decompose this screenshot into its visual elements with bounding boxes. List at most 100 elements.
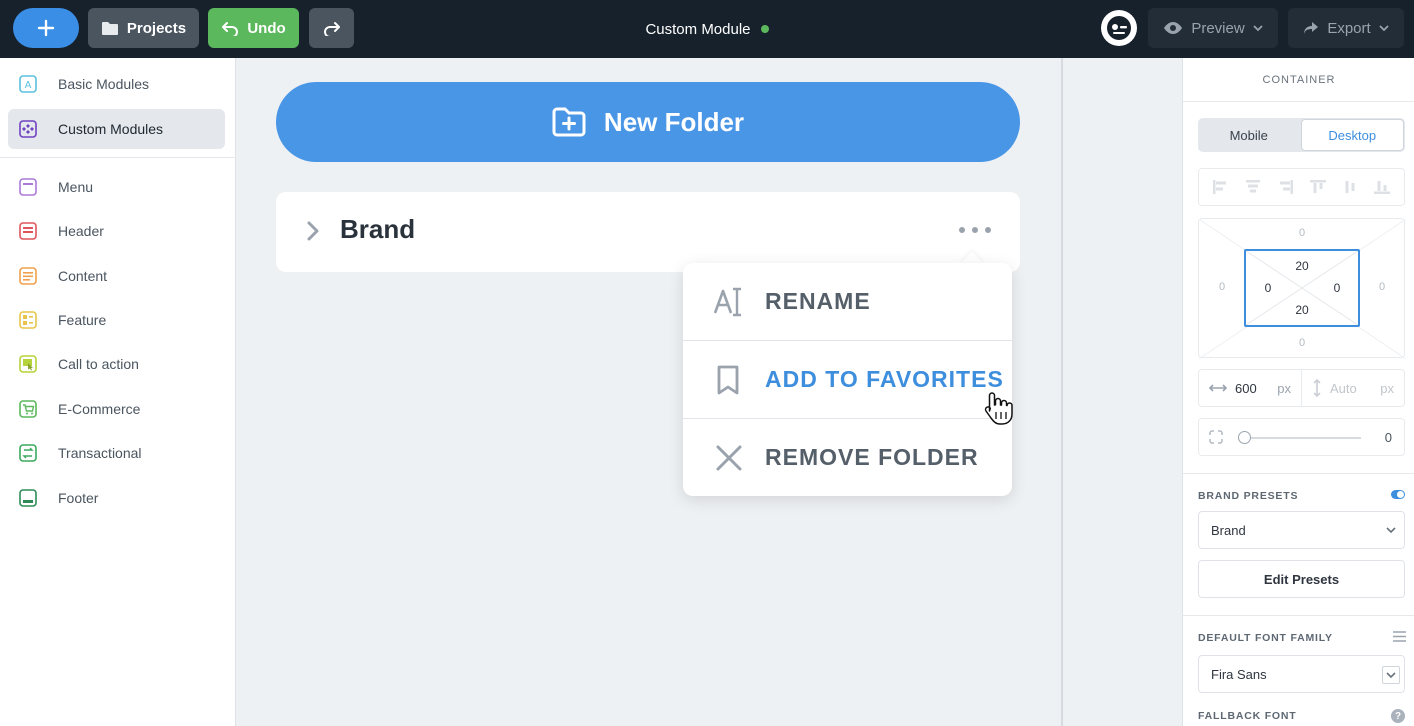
sidebar-item-transactional[interactable]: Transactional bbox=[8, 433, 225, 473]
eye-icon bbox=[1164, 22, 1183, 34]
top-bar: Projects Undo Custom Module Preview Expo… bbox=[0, 0, 1414, 58]
alignment-toolbar bbox=[1198, 168, 1405, 206]
sidebar-item-call-to-action[interactable]: Call to action bbox=[8, 344, 225, 384]
brand-presets-toggle[interactable] bbox=[1391, 490, 1405, 499]
rename-menu-item[interactable]: RENAME bbox=[683, 263, 1012, 340]
margin-bottom-value[interactable]: 0 bbox=[1287, 337, 1317, 349]
radius-slider-track[interactable] bbox=[1245, 437, 1361, 439]
chevron-down-icon bbox=[1386, 672, 1396, 679]
share-arrow-icon bbox=[1304, 22, 1319, 34]
spacing-box-model: 0 0 0 0 20 0 20 0 bbox=[1198, 218, 1406, 359]
padding-right-value[interactable]: 0 bbox=[1322, 281, 1352, 295]
preview-label: Preview bbox=[1191, 19, 1245, 37]
height-field[interactable]: Auto px bbox=[1302, 370, 1404, 406]
chevron-down-icon bbox=[1253, 25, 1263, 32]
folder-plus-icon bbox=[552, 107, 586, 137]
header-block-icon bbox=[18, 221, 38, 241]
folder-icon bbox=[101, 22, 118, 35]
remove-folder-menu-item[interactable]: REMOVE FOLDER bbox=[683, 419, 1012, 496]
projects-button[interactable]: Projects bbox=[88, 8, 199, 48]
user-face-icon bbox=[1107, 16, 1131, 40]
sidebar-item-label: Custom Modules bbox=[58, 121, 164, 137]
menu-block-icon bbox=[18, 177, 38, 197]
undo-button[interactable]: Undo bbox=[208, 8, 299, 48]
width-arrows-icon bbox=[1209, 384, 1227, 392]
sidebar-item-label: E-Commerce bbox=[58, 401, 141, 417]
padding-bottom-value[interactable]: 20 bbox=[1287, 303, 1317, 317]
sidebar-item-menu[interactable]: Menu bbox=[8, 167, 225, 207]
add-to-favorites-menu-item[interactable]: ADD TO FAVORITES bbox=[683, 341, 1012, 418]
list-icon[interactable] bbox=[1393, 631, 1406, 642]
canvas-gutter bbox=[1061, 58, 1182, 726]
sidebar-item-label: Footer bbox=[58, 490, 99, 506]
width-field[interactable]: 600 px bbox=[1199, 370, 1302, 406]
align-left-icon[interactable] bbox=[1213, 180, 1229, 194]
sidebar-item-footer[interactable]: Footer bbox=[8, 478, 225, 518]
brand-preset-select[interactable]: Brand bbox=[1198, 511, 1405, 549]
export-button[interactable]: Export bbox=[1288, 8, 1404, 48]
bookmark-icon bbox=[717, 365, 739, 394]
align-center-icon[interactable] bbox=[1245, 180, 1261, 194]
sidebar-item-custom-modules[interactable]: Custom Modules bbox=[8, 109, 225, 149]
hand-cursor-icon bbox=[984, 392, 1013, 425]
redo-button[interactable] bbox=[309, 8, 354, 48]
feature-block-icon bbox=[18, 310, 38, 330]
projects-label: Projects bbox=[126, 19, 187, 37]
new-folder-label: New Folder bbox=[603, 106, 745, 137]
folder-row[interactable]: Brand bbox=[276, 192, 1020, 272]
content-block-icon bbox=[18, 266, 38, 286]
avatar[interactable] bbox=[1101, 10, 1137, 46]
align-top-icon[interactable] bbox=[1309, 180, 1326, 194]
dimensions-row: 600 px Auto px bbox=[1198, 369, 1405, 407]
chevron-right-icon[interactable] bbox=[306, 220, 320, 242]
font-family-select[interactable]: Fira Sans bbox=[1198, 655, 1405, 693]
edit-presets-button[interactable]: Edit Presets bbox=[1198, 560, 1405, 598]
sidebar-item-basic-modules[interactable]: A Basic Modules bbox=[8, 64, 225, 104]
sidebar-item-label: Header bbox=[58, 223, 104, 239]
panel-title: CONTAINER bbox=[1262, 74, 1336, 86]
chevron-down-icon bbox=[1386, 527, 1396, 534]
help-icon[interactable]: ? bbox=[1391, 709, 1405, 723]
fallback-font-label: FALLBACK FONT bbox=[1198, 710, 1297, 722]
close-icon bbox=[716, 445, 742, 470]
panel-divider bbox=[1183, 473, 1414, 474]
padding-left-value[interactable]: 0 bbox=[1253, 281, 1283, 295]
module-sidebar: A Basic Modules Custom Modules Menu Head… bbox=[0, 58, 236, 726]
radius-slider-handle[interactable] bbox=[1238, 431, 1251, 444]
padding-top-value[interactable]: 20 bbox=[1287, 259, 1317, 273]
custom-module-icon bbox=[18, 119, 38, 139]
undo-icon bbox=[222, 22, 239, 36]
sidebar-item-label: Content bbox=[58, 268, 108, 284]
tab-desktop[interactable]: Desktop bbox=[1300, 119, 1404, 151]
add-button[interactable] bbox=[13, 8, 79, 48]
radius-value[interactable]: 0 bbox=[1385, 430, 1392, 445]
sidebar-item-label: Call to action bbox=[58, 356, 139, 372]
undo-label: Undo bbox=[247, 19, 286, 37]
tab-mobile[interactable]: Mobile bbox=[1198, 118, 1300, 152]
folder-context-menu: RENAME ADD TO FAVORITES REMOVE FOLDER bbox=[683, 263, 1012, 496]
export-label: Export bbox=[1327, 19, 1371, 37]
sidebar-item-label: Transactional bbox=[58, 445, 142, 461]
panel-divider bbox=[1183, 101, 1414, 102]
saved-status-dot bbox=[760, 25, 769, 33]
brand-presets-label: BRAND PRESETS bbox=[1198, 490, 1299, 502]
sidebar-item-feature[interactable]: Feature bbox=[8, 300, 225, 340]
sidebar-item-label: Basic Modules bbox=[58, 76, 150, 92]
sidebar-item-e-commerce[interactable]: E-Commerce bbox=[8, 389, 225, 429]
cta-block-icon bbox=[18, 354, 38, 374]
margin-top-value[interactable]: 0 bbox=[1287, 227, 1317, 239]
remove-folder-label: REMOVE FOLDER bbox=[765, 444, 979, 470]
sidebar-divider bbox=[0, 157, 236, 158]
align-right-icon[interactable] bbox=[1277, 180, 1294, 194]
new-folder-button[interactable]: New Folder bbox=[276, 82, 1020, 162]
preview-button[interactable]: Preview bbox=[1148, 8, 1278, 48]
sidebar-item-header[interactable]: Header bbox=[8, 211, 225, 251]
more-options-icon[interactable] bbox=[959, 218, 991, 242]
margin-right-value[interactable]: 0 bbox=[1367, 281, 1397, 293]
panel-divider bbox=[1183, 615, 1414, 616]
sidebar-item-content[interactable]: Content bbox=[8, 256, 225, 296]
margin-left-value[interactable]: 0 bbox=[1207, 281, 1237, 293]
align-middle-icon[interactable] bbox=[1342, 180, 1358, 194]
letter-a-icon: A bbox=[18, 74, 38, 94]
align-bottom-icon[interactable] bbox=[1373, 180, 1390, 194]
